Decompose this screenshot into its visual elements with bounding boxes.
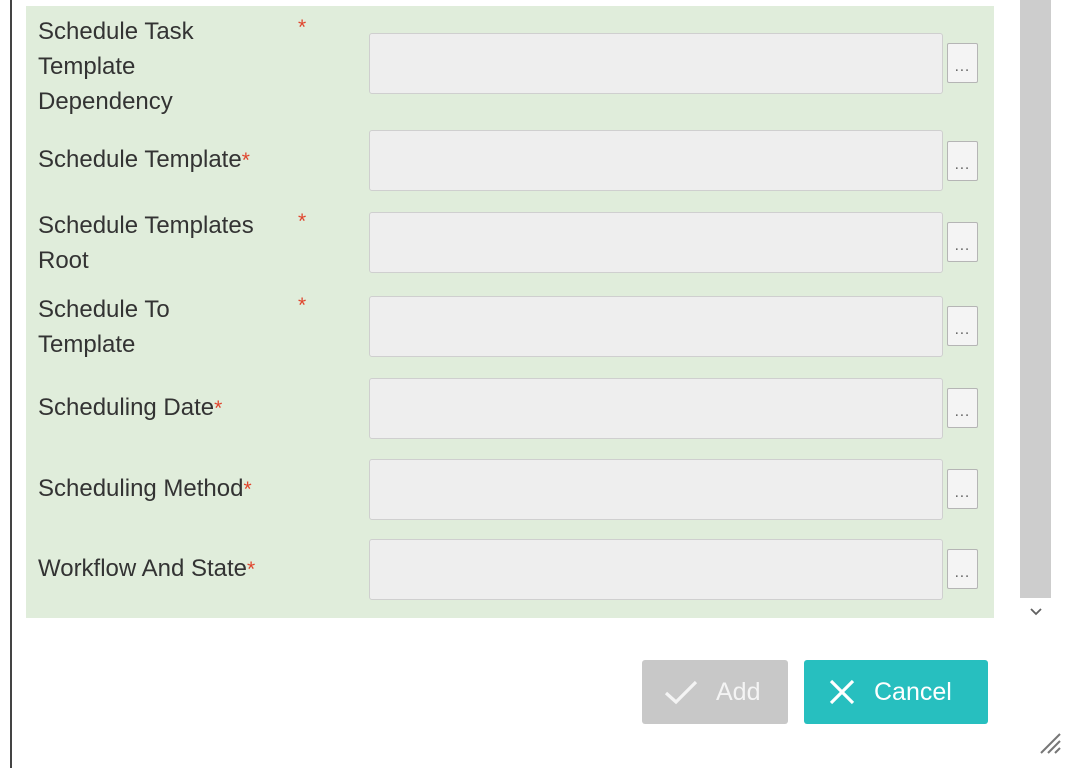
field-label-text: Scheduling Date (38, 394, 215, 421)
resize-handle-icon[interactable] (1037, 730, 1061, 754)
check-icon (664, 680, 698, 705)
field-label-text: Schedule To Template (38, 296, 170, 358)
field-label-text: Scheduling Method (38, 475, 244, 502)
required-marker: * (298, 210, 307, 233)
add-button[interactable]: Add (642, 660, 788, 724)
field-label-text: Schedule Templates Root (38, 212, 254, 274)
scheduling-date-field[interactable] (369, 378, 943, 439)
required-marker: * (243, 478, 252, 501)
dialog-left-border (10, 0, 12, 768)
field-label-text: Schedule Task Template Dependency (38, 18, 194, 115)
close-icon (829, 679, 855, 705)
required-marker: * (298, 16, 307, 39)
cancel-button-label: Cancel (874, 677, 952, 706)
lookup-button[interactable]: ... (947, 549, 978, 589)
scroll-down-button[interactable] (1020, 598, 1051, 626)
field-label: Schedule To Template (38, 292, 288, 362)
schedule-task-template-dependency-field[interactable] (369, 33, 943, 94)
schedule-template-field[interactable] (369, 130, 943, 191)
required-marker: * (298, 294, 307, 317)
workflow-and-state-field[interactable] (369, 539, 943, 600)
cancel-button[interactable]: Cancel (804, 660, 988, 724)
required-marker: * (214, 397, 223, 420)
field-label: Schedule Task Template Dependency (38, 14, 288, 119)
field-label: Scheduling Method* (38, 471, 288, 507)
schedule-templates-root-field[interactable] (369, 212, 943, 273)
field-label-text: Workflow And State (38, 555, 247, 582)
field-label: Scheduling Date* (38, 390, 288, 426)
vertical-scrollbar[interactable] (1020, 0, 1051, 598)
lookup-button[interactable]: ... (947, 388, 978, 428)
schedule-to-template-field[interactable] (369, 296, 943, 357)
required-marker: * (247, 558, 256, 581)
lookup-button[interactable]: ... (947, 306, 978, 346)
required-marker: * (241, 149, 250, 172)
field-label: Schedule Template* (38, 142, 288, 178)
chevron-down-icon (1029, 608, 1042, 616)
lookup-button[interactable]: ... (947, 222, 978, 262)
form-panel: Schedule Task Template Dependency * ... … (26, 6, 994, 618)
lookup-button[interactable]: ... (947, 141, 978, 181)
lookup-button[interactable]: ... (947, 469, 978, 509)
field-label-text: Schedule Template (38, 146, 242, 173)
field-label: Workflow And State* (38, 551, 288, 587)
field-label: Schedule Templates Root (38, 208, 288, 278)
scheduling-method-field[interactable] (369, 459, 943, 520)
lookup-button[interactable]: ... (947, 43, 978, 83)
add-button-label: Add (716, 677, 761, 706)
